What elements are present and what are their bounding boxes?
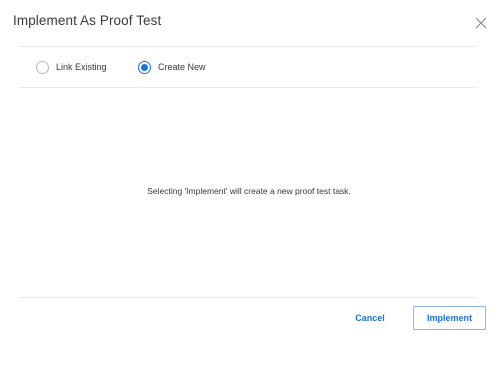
close-button[interactable] <box>472 14 490 32</box>
create-new-option[interactable]: Create New <box>138 58 206 76</box>
create-new-radio[interactable] <box>138 60 151 74</box>
link-existing-option[interactable]: Link Existing <box>36 58 107 76</box>
info-message: Selecting 'Implement' will create a new … <box>147 186 351 196</box>
dialog-header: Implement As Proof Test <box>0 0 498 46</box>
footer-divider <box>20 297 478 298</box>
implement-proof-test-dialog: Implement As Proof Test Link Existing Cr… <box>0 0 498 378</box>
link-existing-label: Link Existing <box>56 62 107 72</box>
dialog-title: Implement As Proof Test <box>13 13 162 28</box>
close-icon <box>475 17 487 29</box>
implement-button[interactable]: Implement <box>413 306 486 330</box>
link-existing-radio[interactable] <box>36 60 49 74</box>
cancel-button[interactable]: Cancel <box>346 306 394 330</box>
create-new-label: Create New <box>158 62 206 72</box>
mode-radio-group: Link Existing Create New <box>0 48 498 86</box>
header-divider <box>20 46 478 47</box>
options-divider <box>20 87 478 88</box>
